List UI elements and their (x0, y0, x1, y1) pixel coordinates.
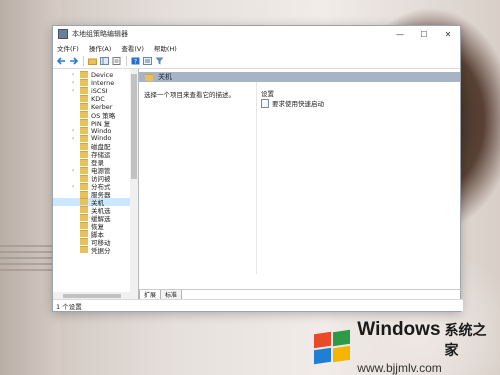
expand-chevron-icon[interactable]: › (72, 183, 74, 190)
tree-list: › Device › Interne › iSCSI KDC Kerber OS 策略 PIN 复… (53, 71, 130, 255)
tree-vertical-scrollbar[interactable] (130, 69, 138, 292)
folder-icon (80, 206, 88, 214)
folder-title: 关机 (158, 73, 172, 81)
up-folder-icon[interactable] (87, 56, 97, 66)
folder-icon (80, 214, 88, 222)
expand-chevron-icon[interactable]: › (72, 71, 74, 78)
folder-icon (80, 190, 88, 198)
minimize-button[interactable]: — (388, 26, 412, 42)
show-tree-icon[interactable] (99, 56, 109, 66)
title-bar: 本地组策略编辑器 — ☐ ✕ (53, 26, 460, 42)
status-text: 1 个设置 (56, 302, 82, 311)
folder-icon (80, 142, 88, 150)
tree-item[interactable]: › Interne (53, 79, 130, 87)
watermark-url: www.bjjmlv.com (357, 361, 442, 375)
folder-icon (80, 166, 88, 174)
folder-icon (80, 134, 88, 142)
folder-icon (80, 111, 88, 119)
tree-item[interactable]: › Device (53, 71, 130, 79)
gpedit-app-icon (58, 29, 68, 39)
tree-item[interactable]: › Windo (53, 127, 130, 135)
back-arrow-icon[interactable] (56, 56, 66, 66)
menu-bar: 文件(F) 操作(A) 查看(V) 帮助(H) (53, 42, 460, 54)
background-railing (0, 245, 60, 275)
expand-chevron-icon[interactable]: › (72, 87, 74, 94)
folder-icon (80, 198, 88, 206)
maximize-button[interactable]: ☐ (412, 26, 436, 42)
folder-icon (145, 73, 153, 81)
setting-label: 要求使用快速启动 (272, 100, 324, 108)
forward-arrow-icon[interactable] (68, 56, 78, 66)
main-content: › Device › Interne › iSCSI KDC Kerber OS 策略 PIN 复… (53, 69, 461, 300)
policy-setting-icon (261, 98, 269, 108)
tree-item-label: KDC (91, 94, 105, 103)
menu-file[interactable]: 文件(F) (57, 43, 79, 53)
details-pane: 关机 选择一个项目来查看它的描述。 设置 要求使用快速启动 扩展 标准 (139, 69, 461, 300)
watermark-brand: Windows (357, 319, 441, 340)
status-bar: 1 个设置 (53, 299, 463, 311)
tree-pane: › Device › Interne › iSCSI KDC Kerber OS 策略 PIN 复… (53, 69, 139, 300)
tree-item[interactable]: › iSCSI (53, 87, 130, 95)
folder-icon (80, 174, 88, 182)
tree-item-label: Interne (91, 78, 115, 87)
toolbar-separator (126, 56, 127, 66)
folder-icon (80, 238, 88, 246)
folder-icon (80, 95, 88, 103)
tree-item[interactable]: 凭据分 (53, 246, 130, 255)
settings-column-header[interactable]: 设置 (261, 88, 274, 98)
tree-item[interactable]: KDC (53, 95, 130, 103)
properties-icon[interactable] (111, 56, 121, 66)
window-title: 本地组策略编辑器 (72, 30, 128, 38)
expand-chevron-icon[interactable]: › (72, 135, 74, 142)
windows-logo-icon (312, 329, 351, 365)
folder-icon (80, 103, 88, 111)
close-button[interactable]: ✕ (436, 26, 460, 42)
background-left-area (0, 0, 60, 375)
filter-icon[interactable] (154, 56, 164, 66)
expand-chevron-icon[interactable]: › (72, 127, 74, 134)
tree-scroll-thumb[interactable] (131, 74, 137, 179)
folder-icon (80, 230, 88, 238)
setting-row[interactable]: 要求使用快速启动 (261, 98, 324, 108)
watermark: Windows 系统之家 www.bjjmlv.com (312, 319, 498, 375)
tree-item-label: Windo (91, 126, 112, 135)
folder-icon (80, 79, 88, 87)
show-hide-icon[interactable] (142, 56, 152, 66)
folder-icon (80, 182, 88, 190)
folder-icon (80, 119, 88, 127)
menu-help[interactable]: 帮助(H) (154, 43, 177, 53)
toolbar: ? (53, 54, 460, 69)
folder-icon (80, 150, 88, 158)
tree-item-label: iSCSI (91, 86, 108, 95)
folder-icon (80, 222, 88, 230)
tree-hscroll-thumb[interactable] (63, 294, 121, 298)
description-text: 选择一个项目来查看它的描述。 (144, 91, 235, 99)
expand-chevron-icon[interactable]: › (72, 79, 74, 86)
watermark-cn: 系统之家 (444, 323, 487, 359)
help-icon[interactable]: ? (130, 56, 140, 66)
folder-icon (80, 158, 88, 166)
folder-header: 关机 (139, 72, 460, 82)
tree-item[interactable]: PIN 复 (53, 119, 130, 128)
expand-chevron-icon[interactable]: › (72, 167, 74, 174)
folder-icon (80, 127, 88, 135)
folder-icon (80, 87, 88, 95)
folder-icon (80, 246, 88, 254)
tree-item-label: Device (91, 70, 114, 79)
watermark-text: Windows 系统之家 www.bjjmlv.com (357, 319, 498, 375)
folder-icon (80, 71, 88, 79)
gpedit-window: 本地组策略编辑器 — ☐ ✕ 文件(F) 操作(A) 查看(V) 帮助(H) ?… (52, 25, 463, 312)
toolbar-separator (83, 56, 84, 66)
tree-item-label: 凭据分 (91, 246, 111, 255)
menu-view[interactable]: 查看(V) (121, 43, 144, 53)
svg-text:?: ? (133, 59, 136, 66)
menu-action[interactable]: 操作(A) (89, 43, 112, 53)
settings-list: 设置 要求使用快速启动 (256, 82, 460, 274)
